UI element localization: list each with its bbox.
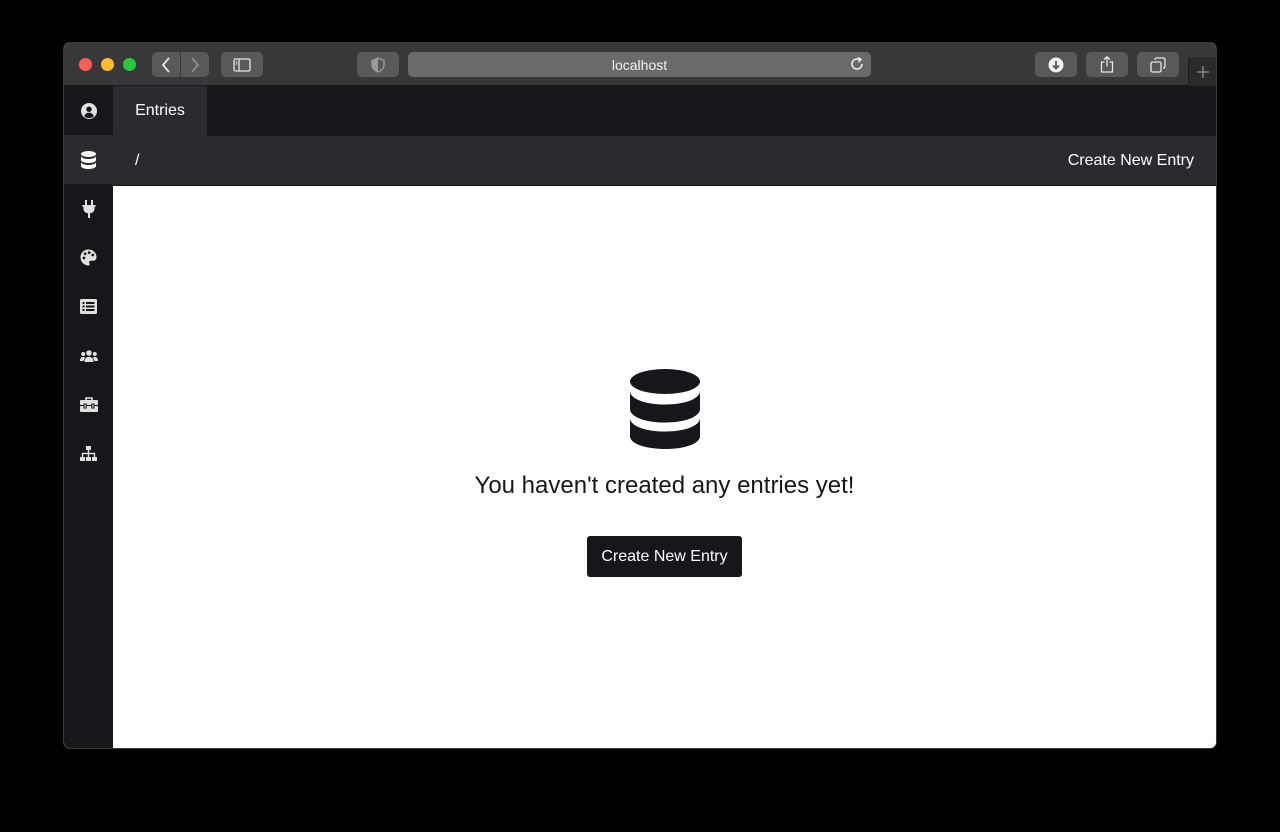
- create-new-entry-link[interactable]: Create New Entry: [1068, 152, 1194, 170]
- browser-window: localhost Entries / Create New Entry You…: [64, 43, 1216, 748]
- sidebar-item-users[interactable]: [64, 331, 113, 380]
- sidebar: [64, 86, 113, 748]
- sidebar-item-themes[interactable]: [64, 233, 113, 282]
- app-root: Entries / Create New Entry You haven't c…: [64, 86, 1216, 748]
- sidebar-icon: [233, 57, 251, 72]
- breadcrumb[interactable]: /: [135, 152, 139, 170]
- address-text: localhost: [611, 56, 668, 73]
- close-window-button[interactable]: [79, 58, 92, 71]
- share-button[interactable]: [1086, 52, 1128, 77]
- palette-icon: [80, 249, 97, 266]
- downloads-button[interactable]: [1035, 52, 1077, 77]
- action-bar: / Create New Entry: [113, 136, 1216, 186]
- new-tab-button[interactable]: [1188, 57, 1216, 86]
- database-icon: [630, 369, 700, 449]
- zoom-window-button[interactable]: [123, 58, 136, 71]
- sidebar-toggle-button[interactable]: [221, 52, 263, 77]
- download-icon: [1048, 57, 1064, 72]
- shield-icon: [371, 56, 385, 73]
- top-tab-bar: Entries: [113, 86, 1216, 136]
- users-icon: [79, 349, 98, 362]
- share-icon: [1100, 56, 1114, 73]
- sidebar-item-lists[interactable]: [64, 282, 113, 331]
- sitemap-icon: [80, 446, 97, 461]
- minimize-window-button[interactable]: [101, 58, 114, 71]
- sidebar-item-tools[interactable]: [64, 380, 113, 429]
- toolbox-icon: [79, 397, 98, 412]
- browser-toolbar: localhost: [64, 43, 1216, 86]
- plug-icon: [82, 199, 95, 218]
- address-bar[interactable]: localhost: [408, 52, 871, 77]
- back-button[interactable]: [152, 52, 180, 77]
- database-icon: [81, 150, 96, 169]
- sidebar-item-plugins[interactable]: [64, 184, 113, 233]
- forward-icon: [191, 56, 200, 73]
- sidebar-item-entries[interactable]: [64, 135, 113, 184]
- forward-button[interactable]: [181, 52, 209, 77]
- main-content: You haven't created any entries yet! Cre…: [113, 186, 1216, 748]
- sidebar-item-structure[interactable]: [64, 429, 113, 478]
- back-icon: [161, 56, 170, 73]
- plus-icon: [1196, 65, 1209, 78]
- list-icon: [80, 299, 97, 314]
- empty-state-message: You haven't created any entries yet!: [474, 472, 855, 499]
- show-tabs-button[interactable]: [1137, 52, 1179, 77]
- tabs-icon: [1150, 56, 1166, 73]
- privacy-report-button[interactable]: [357, 52, 399, 77]
- tab-entries[interactable]: Entries: [113, 86, 207, 136]
- reload-icon[interactable]: [849, 56, 865, 72]
- sidebar-item-profile[interactable]: [64, 86, 113, 135]
- user-icon: [80, 102, 97, 119]
- create-new-entry-button[interactable]: Create New Entry: [587, 536, 742, 577]
